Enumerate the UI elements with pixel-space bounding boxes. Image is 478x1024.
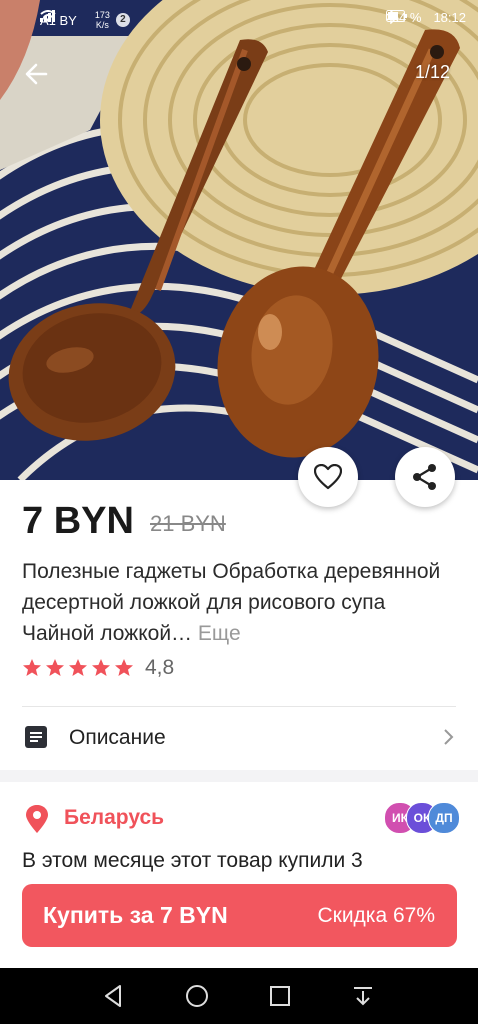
buy-button[interactable]: Купить за 7 BYN Скидка 67%	[22, 884, 457, 947]
avatar: ДП	[428, 802, 460, 834]
nav-back-button[interactable]	[100, 982, 128, 1010]
notification-badge: 2	[115, 13, 130, 27]
pull-down-icon	[354, 987, 372, 1006]
chevron-right-icon	[442, 727, 456, 752]
product-photo	[0, 0, 478, 480]
share-icon	[413, 464, 436, 490]
star-icon	[69, 659, 87, 676]
clock: 18:12	[433, 10, 466, 25]
star-icon	[92, 659, 110, 676]
circle-home-icon	[186, 985, 208, 1007]
back-button[interactable]	[20, 56, 56, 92]
location-country: Беларусь	[64, 806, 165, 829]
nav-notifications-button[interactable]	[349, 982, 377, 1010]
description-row[interactable]: Описание	[0, 708, 478, 768]
discount-label: Скидка 67%	[317, 904, 435, 927]
location-pin-icon	[24, 804, 50, 839]
document-icon	[24, 725, 48, 754]
system-nav-bar	[0, 968, 478, 1024]
net-speed-unit: K/s	[95, 20, 109, 30]
image-counter: 1/12	[414, 62, 450, 82]
favorite-button[interactable]	[298, 447, 358, 507]
triangle-back-icon	[105, 985, 121, 1007]
description-label: Описание	[69, 726, 166, 749]
rating-value: 4,8	[145, 656, 175, 679]
product-image[interactable]: A1 BY 173 K/s 2 54 % 18:12 1/12	[0, 0, 478, 480]
arrow-left-icon	[25, 63, 48, 85]
current-price: 7 BYN	[22, 500, 134, 542]
more-link[interactable]: Еще	[198, 622, 241, 645]
rating-stars	[22, 658, 134, 678]
share-button[interactable]	[395, 447, 455, 507]
divider	[22, 706, 456, 707]
section-separator	[0, 770, 478, 782]
product-title[interactable]: Полезные гаджеты Обработка деревянной де…	[22, 556, 462, 649]
old-price: 21 BYN	[150, 511, 226, 536]
star-icon	[46, 659, 64, 676]
rating[interactable]: 4,8	[22, 656, 174, 680]
net-speed-value: 173	[94, 10, 110, 20]
square-recents-icon	[270, 986, 290, 1006]
nav-recents-button[interactable]	[266, 982, 294, 1010]
bought-this-month: В этом месяце этот товар купили 3	[22, 849, 363, 872]
star-icon	[115, 659, 133, 676]
heart-icon	[314, 464, 342, 490]
buy-label: Купить за 7 BYN	[43, 902, 228, 928]
status-bar: A1 BY 173 K/s 2 54 % 18:12	[0, 0, 478, 36]
nav-home-button[interactable]	[183, 982, 211, 1010]
star-icon	[23, 659, 41, 676]
buyer-avatars: ИК ОК ДП	[384, 802, 460, 834]
